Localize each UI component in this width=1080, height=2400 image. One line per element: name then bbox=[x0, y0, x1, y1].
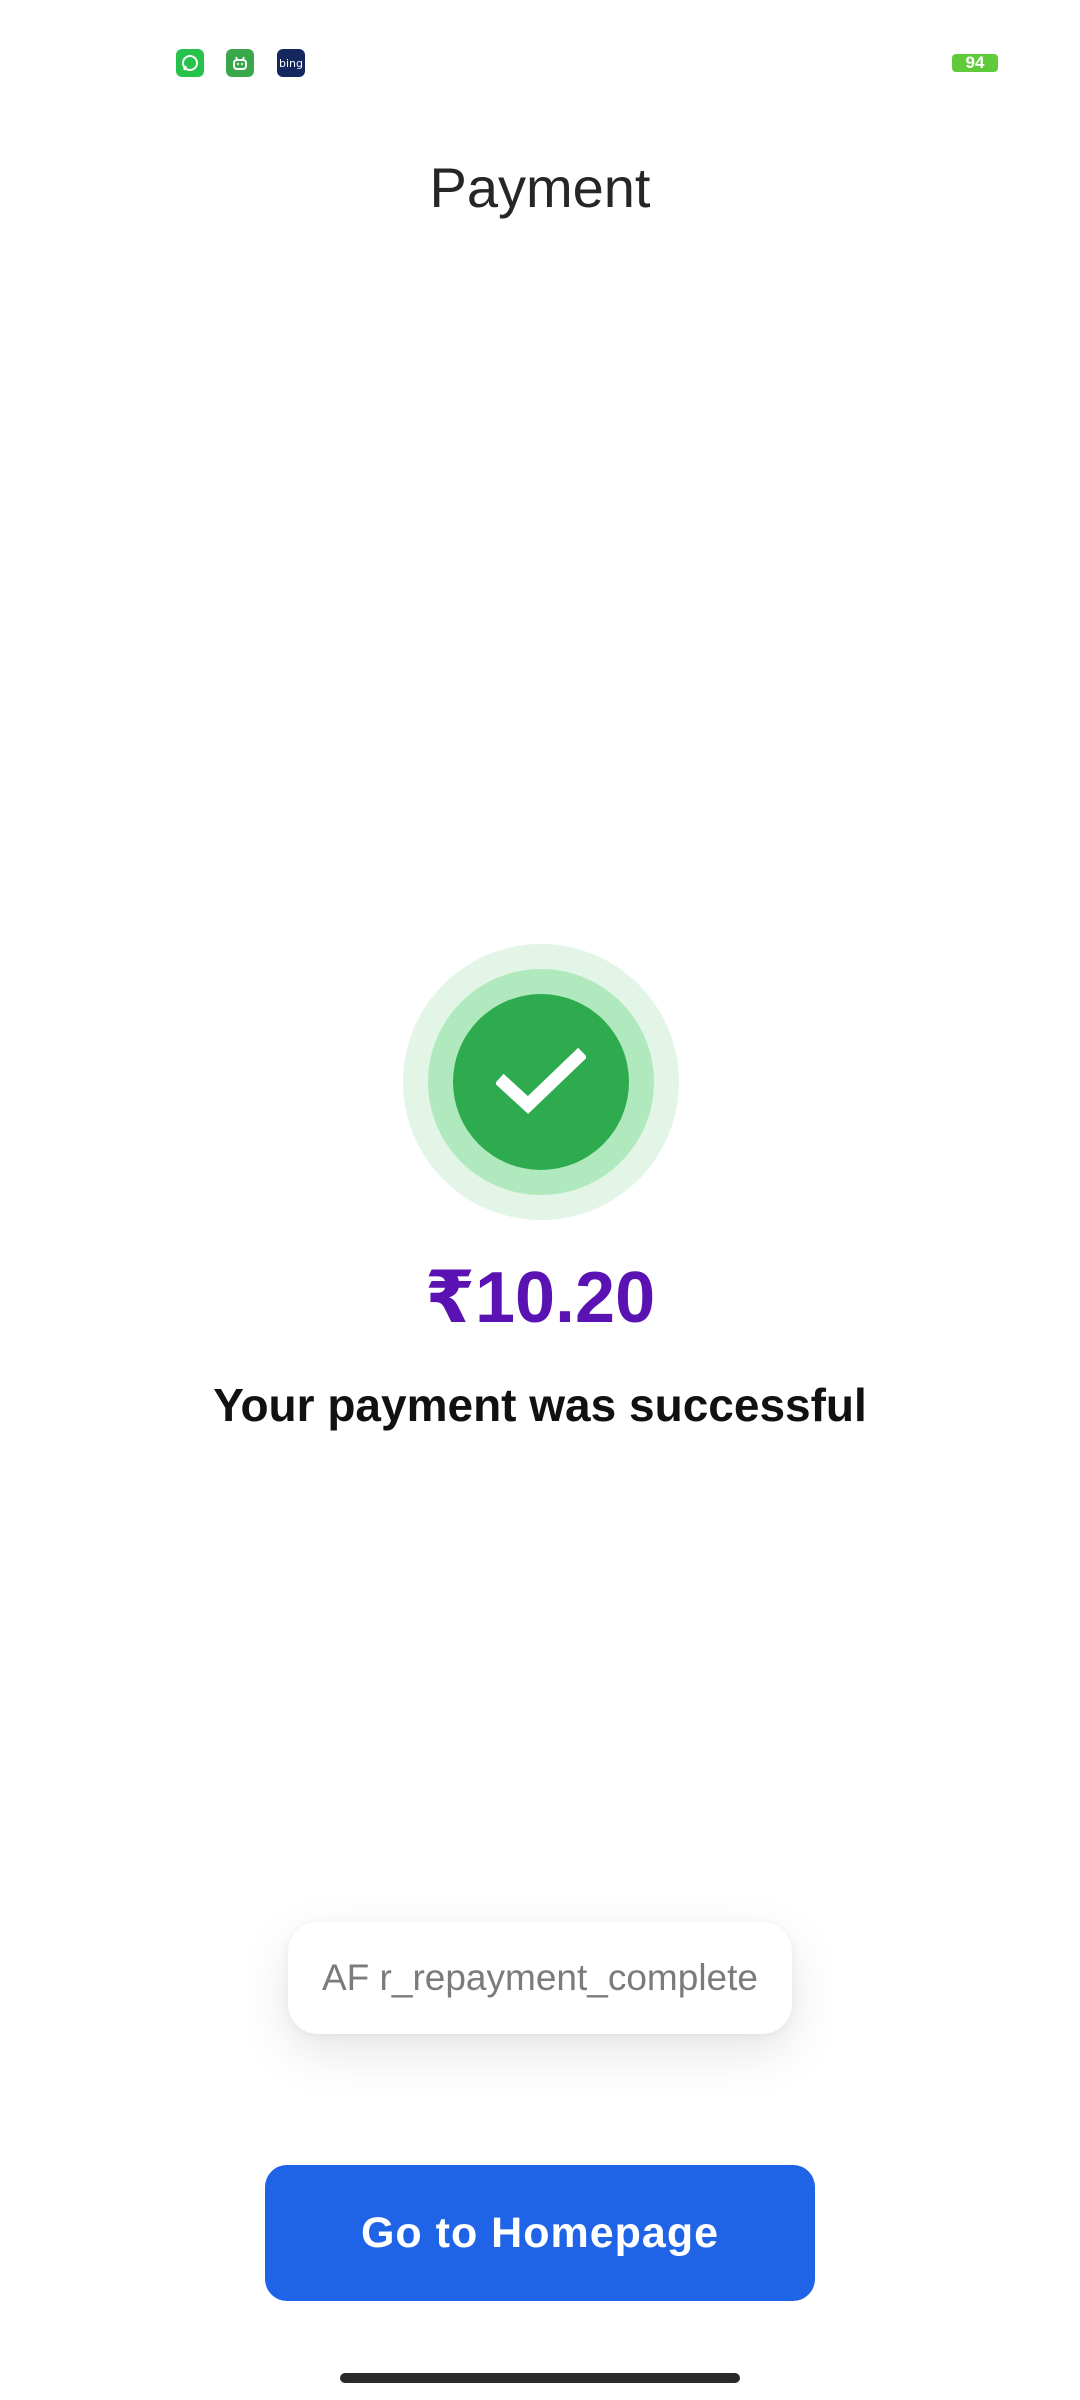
bing-icon-label: bing bbox=[279, 56, 303, 70]
go-to-homepage-button[interactable]: Go to Homepage bbox=[265, 2165, 815, 2301]
android-icon bbox=[226, 49, 254, 77]
success-message: Your payment was successful bbox=[213, 1379, 867, 1431]
payment-screen: bing 94 Payment ₹10.20 Your payment was … bbox=[0, 0, 1080, 2400]
battery-indicator: 94 bbox=[952, 54, 998, 72]
toast-text: AF r_repayment_complete bbox=[322, 1957, 758, 1998]
toast-notification: AF r_repayment_complete bbox=[288, 1922, 792, 2034]
status-bar: bing 94 bbox=[0, 0, 1080, 130]
payment-amount: ₹10.20 bbox=[424, 1258, 656, 1338]
page-title: Payment bbox=[429, 156, 651, 219]
success-badge bbox=[403, 944, 679, 1220]
bing-icon: bing bbox=[277, 49, 305, 77]
check-icon bbox=[496, 1047, 586, 1114]
success-circle bbox=[453, 994, 629, 1170]
whatsapp-icon bbox=[176, 49, 204, 77]
home-indicator[interactable] bbox=[340, 2373, 740, 2383]
